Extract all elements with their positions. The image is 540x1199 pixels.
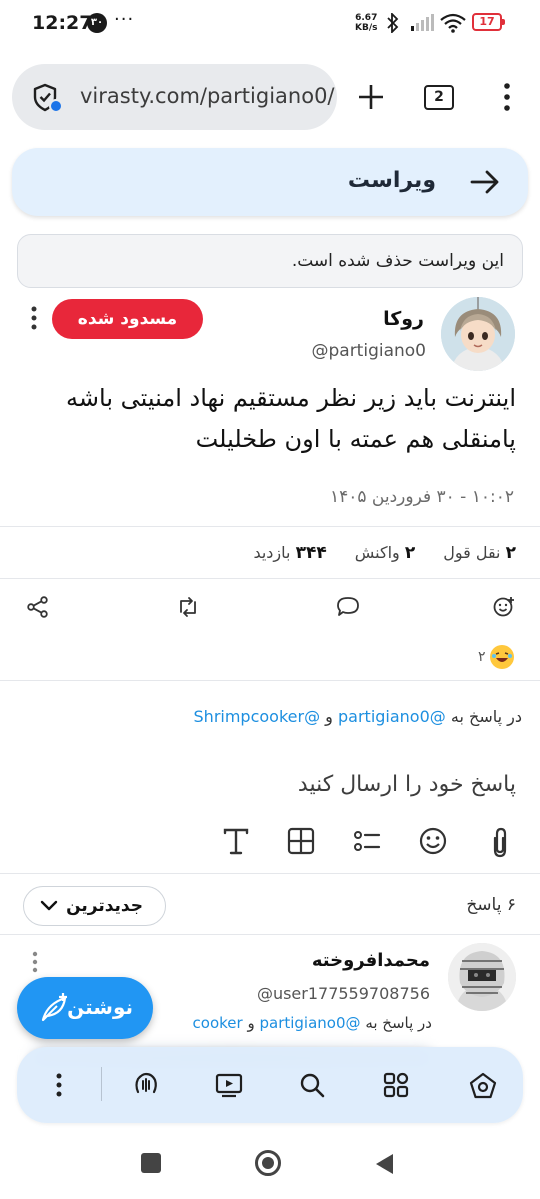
share-icon[interactable] <box>26 596 50 618</box>
recent-apps-button[interactable] <box>141 1153 161 1173</box>
author-name[interactable]: روکا <box>383 308 424 330</box>
views-stat: ۳۴۴ بازدید <box>253 543 326 563</box>
replies-count: ۶ پاسخ <box>466 895 516 915</box>
deleted-notice: این ویراست حذف شده است. <box>17 234 523 288</box>
mention-link[interactable]: cooker <box>193 1014 243 1032</box>
blocked-badge: مسدود شده <box>52 299 203 339</box>
attachment-icon[interactable] <box>486 826 514 860</box>
page-header: ویراست <box>12 148 528 216</box>
divider <box>0 934 540 935</box>
network-speed-value: 6.67 <box>355 13 378 23</box>
network-speed-unit: KB/s <box>355 23 378 33</box>
sort-label: جدیدترین <box>66 896 143 916</box>
status-bar: 12:27 ۳۰ ··· 6.67 KB/s 17 <box>0 0 540 48</box>
table-icon[interactable] <box>286 826 316 856</box>
divider <box>0 680 540 681</box>
laughing-emoji-icon <box>489 645 514 669</box>
video-icon[interactable] <box>215 1072 243 1098</box>
reactions-label: واکنش <box>354 543 400 562</box>
quotes-stat[interactable]: ۲ نقل قول <box>443 543 516 563</box>
list-icon[interactable] <box>352 826 382 856</box>
network-speed: 6.67 KB/s <box>355 13 377 33</box>
page-title: ویراست <box>347 168 436 193</box>
home-icon[interactable] <box>469 1072 497 1100</box>
wifi-icon <box>440 13 466 33</box>
sort-dropdown[interactable]: جدیدترین <box>23 886 166 926</box>
search-icon[interactable] <box>299 1072 325 1098</box>
more-notifications-icon: ··· <box>114 9 135 30</box>
post-stats: ۲ نقل قول ۲ واکنش ۳۴۴ بازدید <box>253 543 516 563</box>
battery-indicator: 17 <box>472 13 505 31</box>
back-arrow-icon[interactable] <box>470 168 500 196</box>
reply-prefix: در پاسخ به <box>450 707 522 726</box>
home-button[interactable] <box>255 1150 281 1176</box>
reply-context: در پاسخ به @partigiano0 و @Shrimpcooker <box>194 707 522 726</box>
divider <box>0 873 540 874</box>
chevron-down-icon <box>40 900 58 912</box>
mention-link[interactable]: @partigiano0 <box>259 1014 360 1032</box>
reaction-count: ۲ <box>478 649 486 665</box>
write-label: نوشتن <box>67 995 133 1019</box>
quotes-label: نقل قول <box>443 543 501 562</box>
reply-menu-icon[interactable] <box>30 951 40 973</box>
reply-author-name[interactable]: محمدافروخته <box>312 950 430 971</box>
composer-toolbar <box>218 826 518 866</box>
comment-icon[interactable] <box>336 596 360 618</box>
site-security-icon[interactable] <box>32 82 64 114</box>
reply-conjunction: و <box>325 707 333 726</box>
mention-link[interactable]: @Shrimpcooker <box>194 707 321 726</box>
feather-icon <box>39 992 71 1024</box>
post-body: اینترنت باید زیر نظر مستقیم نهاد امنیتی … <box>16 378 516 460</box>
author-avatar[interactable] <box>441 297 515 371</box>
text-format-icon[interactable] <box>222 826 250 856</box>
status-time: 12:27 <box>32 12 93 34</box>
divider <box>0 578 540 579</box>
reply-input[interactable]: پاسخ خود را ارسال کنید <box>298 772 516 797</box>
mention-link[interactable]: @partigiano0 <box>338 707 446 726</box>
post-body-line: اینترنت باید زیر نظر مستقیم نهاد امنیتی … <box>66 384 516 412</box>
bottom-navigation <box>17 1047 523 1123</box>
emoji-icon[interactable] <box>418 826 448 856</box>
add-reaction-icon[interactable] <box>492 595 516 619</box>
reply-author-avatar[interactable] <box>448 943 516 1011</box>
overflow-menu-icon[interactable] <box>49 1072 69 1098</box>
deleted-notice-text: این ویراست حذف شده است. <box>291 251 504 271</box>
views-count: ۳۴۴ <box>295 543 327 563</box>
reactions-count: ۲ <box>404 543 416 563</box>
new-tab-button[interactable] <box>356 82 386 112</box>
back-button[interactable] <box>373 1152 395 1176</box>
notification-badge: ۳۰ <box>87 13 107 33</box>
reply-item-context: در پاسخ به @partigiano0 و cooker <box>193 1014 432 1032</box>
reply-author-handle[interactable]: @user177559708756 <box>257 984 430 1003</box>
apps-icon[interactable] <box>383 1072 409 1098</box>
reaction-chip[interactable]: ۲ <box>478 642 514 672</box>
post-body-line: پامنقلی هم عمته با اون طخلیلت <box>195 425 516 453</box>
nav-divider <box>101 1067 102 1101</box>
system-navigation-bar <box>0 1125 540 1199</box>
url-bar[interactable]: virasty.com/partigiano0/ <box>12 64 337 130</box>
repost-icon[interactable] <box>176 596 200 618</box>
post-timestamp: ۱۰:۰۲ - ۳۰ فروردین ۱۴۰۵ <box>330 487 514 507</box>
author-handle[interactable]: @partigiano0 <box>311 341 426 361</box>
reply-item-conjunction: و <box>247 1014 255 1032</box>
browser-menu-icon[interactable] <box>497 80 517 114</box>
bluetooth-icon <box>386 13 400 33</box>
signal-icon <box>410 14 434 32</box>
write-button[interactable]: نوشتن <box>17 977 153 1039</box>
quotes-count: ۲ <box>505 543 516 563</box>
reply-item-prefix: در پاسخ به <box>365 1014 432 1032</box>
voice-icon[interactable] <box>133 1072 159 1098</box>
reactions-stat[interactable]: ۲ واکنش <box>355 543 416 563</box>
tab-switcher-button[interactable]: 2 <box>424 85 454 110</box>
views-label: بازدید <box>253 543 291 562</box>
post-menu-icon[interactable] <box>28 305 40 331</box>
url-text[interactable]: virasty.com/partigiano0/ <box>80 84 336 108</box>
divider <box>0 526 540 527</box>
